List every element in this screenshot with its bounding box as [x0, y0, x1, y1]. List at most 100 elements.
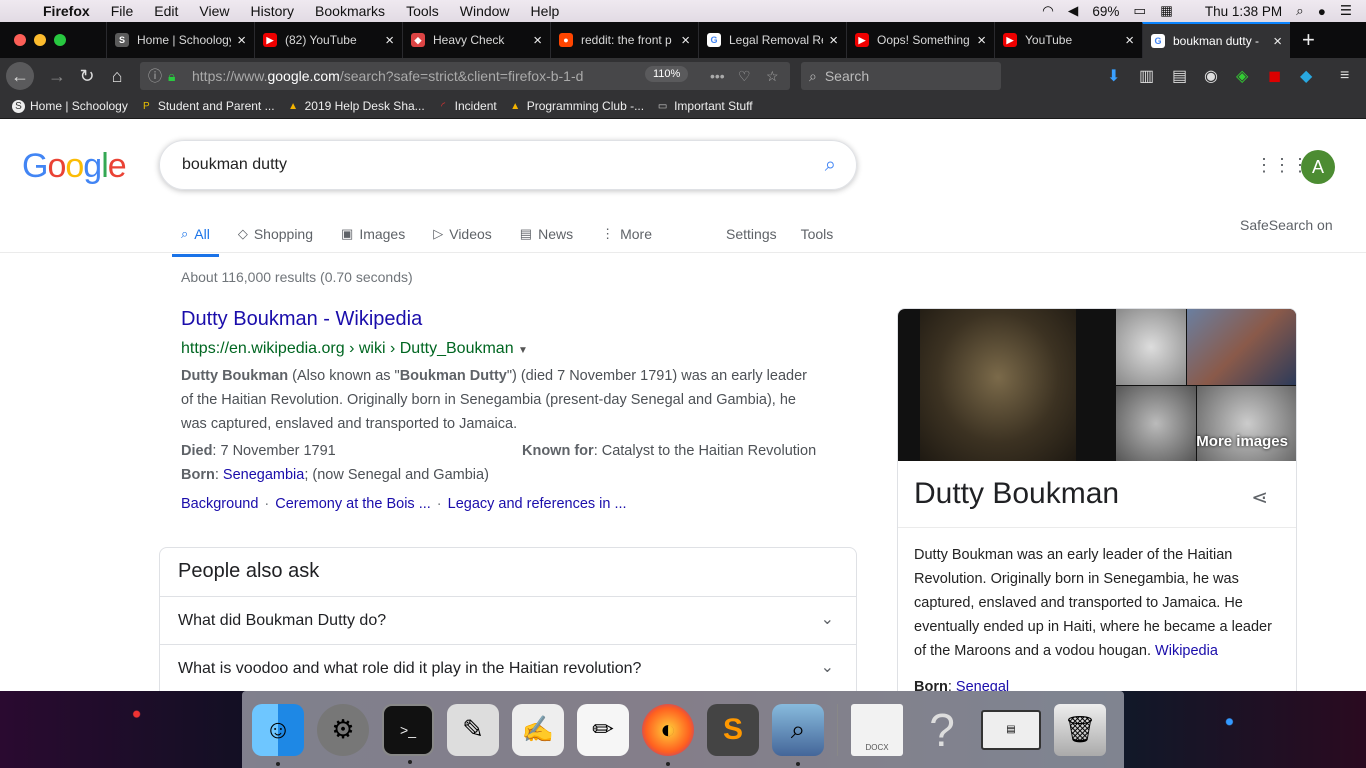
- menu-help[interactable]: Help: [531, 3, 560, 19]
- extension-icon[interactable]: ◆: [1300, 66, 1312, 86]
- close-tab-icon[interactable]: ×: [829, 32, 838, 49]
- google-logo[interactable]: Google: [22, 147, 127, 186]
- browser-tab[interactable]: G Legal Removal Re ×: [698, 22, 846, 58]
- browser-tab[interactable]: ● reddit: the front p ×: [550, 22, 698, 58]
- browser-tab[interactable]: Gboukman dutty - ×: [1142, 22, 1290, 58]
- bookmark-incident[interactable]: ◜ Incident: [437, 99, 496, 113]
- menu-icon[interactable]: ≡: [1340, 67, 1349, 85]
- search-icon[interactable]: ⌕: [825, 154, 836, 177]
- tab-all[interactable]: ⌕ All: [172, 215, 219, 257]
- menu-view[interactable]: View: [199, 3, 229, 19]
- pocket-icon[interactable]: ♡: [738, 68, 751, 85]
- notes-icon[interactable]: ✏: [577, 703, 629, 756]
- tab-more[interactable]: ⋮ More: [601, 215, 652, 253]
- tab-videos[interactable]: ▷ Videos: [433, 215, 492, 253]
- kp-source-link[interactable]: Wikipedia: [1155, 643, 1218, 659]
- back-button[interactable]: ←: [6, 62, 34, 90]
- painting-image[interactable]: [1187, 309, 1296, 385]
- portrait-image[interactable]: [920, 309, 1076, 461]
- search-bar[interactable]: ⌕ Search: [801, 62, 1001, 90]
- clock[interactable]: Thu 1:38 PM: [1205, 4, 1282, 19]
- tools-link[interactable]: Tools: [801, 215, 834, 253]
- engraving-image[interactable]: [1116, 309, 1186, 385]
- browser-tab[interactable]: ▶ (82) YouTube ×: [254, 22, 402, 58]
- menu-window[interactable]: Window: [460, 3, 510, 19]
- sublime-text-icon[interactable]: S: [707, 703, 759, 756]
- menu-edit[interactable]: Edit: [154, 3, 178, 19]
- close-tab-icon[interactable]: ×: [1273, 33, 1282, 50]
- bookmark-help-desk[interactable]: ▲ 2019 Help Desk Sha...: [287, 99, 425, 113]
- zoom-window-button[interactable]: [54, 34, 66, 46]
- close-tab-icon[interactable]: ×: [237, 32, 246, 49]
- firefox-icon[interactable]: ◐: [642, 703, 694, 766]
- terminal-icon[interactable]: >_: [382, 703, 434, 764]
- ublock-icon[interactable]: ◼: [1268, 66, 1281, 86]
- battery-icon[interactable]: ▭: [1133, 3, 1146, 19]
- caret-down-icon[interactable]: ▼: [518, 345, 528, 356]
- screenshot-icon[interactable]: ▤: [981, 709, 1041, 750]
- minimize-window-button[interactable]: [34, 34, 46, 46]
- wifi-icon[interactable]: ◠: [1042, 3, 1054, 19]
- browser-tab[interactable]: ▶ YouTube ×: [994, 22, 1142, 58]
- preview-icon[interactable]: ⌕: [772, 703, 824, 766]
- library-icon[interactable]: ▥: [1139, 66, 1154, 86]
- kp-born-link[interactable]: Senegal: [956, 679, 1009, 691]
- tab-news[interactable]: ▤ News: [520, 215, 573, 253]
- tab-images[interactable]: ▣ Images: [341, 215, 405, 253]
- close-window-button[interactable]: [14, 34, 26, 46]
- info-icon[interactable]: ⓘ: [148, 66, 162, 86]
- chevron-down-icon[interactable]: ⌄: [821, 609, 834, 629]
- bookmark-folder-important[interactable]: ▭ Important Stuff: [656, 99, 753, 113]
- spotlight-icon[interactable]: ⌕: [1296, 3, 1304, 19]
- textedit-icon[interactable]: ✍: [512, 703, 564, 756]
- search-input[interactable]: boukman dutty ⌕: [159, 140, 857, 190]
- browser-tab[interactable]: S Home | Schoology ×: [106, 22, 254, 58]
- account-icon[interactable]: ◉: [1204, 66, 1218, 86]
- script-editor-icon[interactable]: ✎: [447, 703, 499, 756]
- avatar[interactable]: A: [1301, 150, 1335, 184]
- engraving-image[interactable]: [1116, 386, 1196, 461]
- result-url[interactable]: https://en.wikipedia.org › wiki › Dutty_…: [181, 340, 528, 358]
- paa-question[interactable]: What did Boukman Dutty do? ⌄: [160, 596, 856, 644]
- close-tab-icon[interactable]: ×: [533, 32, 542, 49]
- close-tab-icon[interactable]: ×: [1125, 32, 1134, 49]
- page-actions-icon[interactable]: •••: [710, 68, 725, 84]
- extension-vpn-icon[interactable]: ◈: [1236, 66, 1248, 86]
- settings-link[interactable]: Settings: [726, 215, 777, 253]
- chevron-down-icon[interactable]: ⌄: [821, 657, 834, 677]
- help-icon[interactable]: ?: [916, 704, 968, 756]
- menu-file[interactable]: File: [111, 3, 134, 19]
- trash-icon[interactable]: 🗑︎: [1054, 703, 1106, 756]
- close-tab-icon[interactable]: ×: [681, 32, 690, 49]
- finder-icon[interactable]: ☺: [252, 703, 304, 766]
- docx-file-icon[interactable]: DOCX: [851, 703, 903, 756]
- menu-app-name[interactable]: Firefox: [43, 3, 90, 19]
- bookmark-student-parent[interactable]: P Student and Parent ...: [140, 99, 275, 113]
- kp-image-grid[interactable]: More images: [898, 309, 1296, 461]
- bookmark-star-icon[interactable]: ☆: [766, 68, 779, 85]
- close-tab-icon[interactable]: ×: [977, 32, 986, 49]
- fact-link[interactable]: Senegambia: [223, 467, 304, 483]
- volume-icon[interactable]: ◀: [1068, 3, 1078, 19]
- siri-icon[interactable]: ●: [1318, 4, 1326, 19]
- notification-center-icon[interactable]: ☰: [1340, 3, 1352, 19]
- sitelink[interactable]: Ceremony at the Bois ...: [275, 496, 431, 512]
- bookmark-programming-club[interactable]: ▲ Programming Club -...: [509, 99, 644, 113]
- browser-tab[interactable]: ▶ Oops! Something ×: [846, 22, 994, 58]
- downloads-icon[interactable]: ⬇: [1107, 66, 1120, 86]
- flag-icon[interactable]: ▦: [1160, 3, 1173, 19]
- menu-tools[interactable]: Tools: [406, 3, 439, 19]
- url-bar[interactable]: ⓘ 🔒︎ https://www.google.com/search?safe=…: [140, 62, 790, 90]
- share-icon[interactable]: ⋖: [1251, 485, 1268, 510]
- result-title-link[interactable]: Dutty Boukman - Wikipedia: [181, 308, 422, 331]
- system-preferences-icon[interactable]: ⚙: [317, 703, 369, 756]
- bookmark-schoology[interactable]: S Home | Schoology: [12, 99, 128, 113]
- paa-question[interactable]: What is voodoo and what role did it play…: [160, 644, 856, 691]
- more-images-link[interactable]: More images: [1196, 433, 1288, 450]
- reload-button[interactable]: ↻: [72, 66, 102, 87]
- home-button[interactable]: ⌂: [102, 66, 132, 87]
- lock-icon[interactable]: 🔒︎: [168, 68, 175, 85]
- close-tab-icon[interactable]: ×: [385, 32, 394, 49]
- zoom-indicator[interactable]: 110%: [645, 66, 689, 82]
- sidebar-icon[interactable]: ▤: [1172, 66, 1187, 86]
